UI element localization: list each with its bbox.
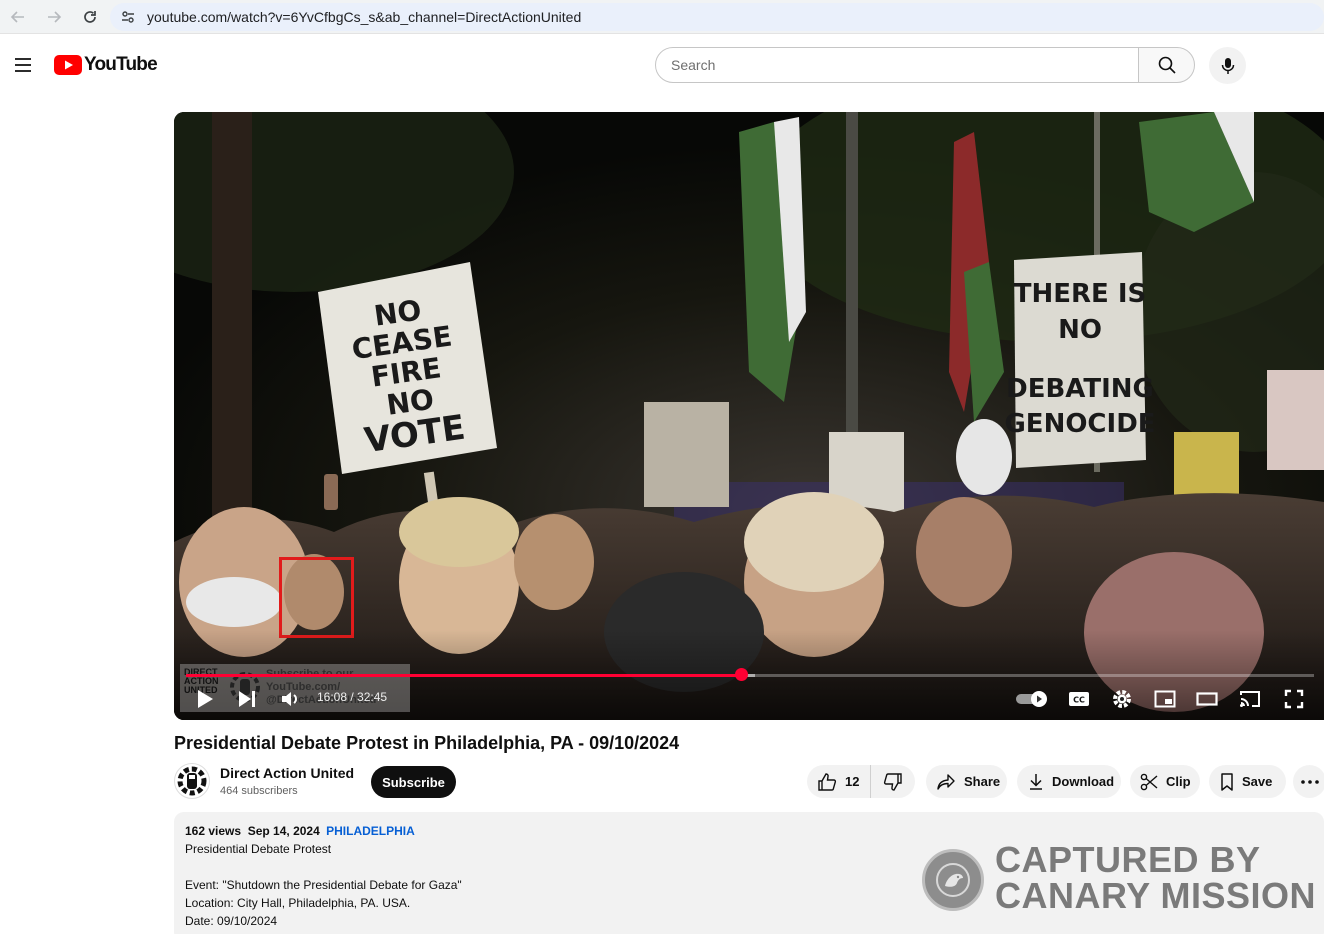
url-text: youtube.com/watch?v=6YvCfbgCs_s&ab_chann… <box>147 9 582 25</box>
svg-text:CC: CC <box>1073 696 1085 705</box>
canary-logo <box>922 849 984 911</box>
thumbs-down-icon <box>883 772 902 791</box>
autoplay-toggle-icon <box>1016 691 1047 707</box>
site-settings-icon[interactable] <box>120 9 138 25</box>
video-title: Presidential Debate Protest in Philadelp… <box>174 733 680 753</box>
cast-icon <box>1240 691 1260 707</box>
settings-button[interactable] <box>1107 686 1137 712</box>
youtube-logo[interactable]: YouTube <box>54 54 158 76</box>
sign-text: NO <box>1058 315 1102 345</box>
address-bar[interactable]: youtube.com/watch?v=6YvCfbgCs_s&ab_chann… <box>110 3 1324 31</box>
share-label: Share <box>964 774 1001 789</box>
theater-mode-icon <box>1196 692 1218 706</box>
captions-icon: CC <box>1069 692 1089 706</box>
description-line: Date: 09/10/2024 <box>185 914 278 928</box>
download-icon <box>1030 773 1042 790</box>
theater-mode-button[interactable] <box>1192 686 1222 712</box>
next-button[interactable] <box>234 686 260 712</box>
fullscreen-icon <box>1284 689 1304 709</box>
sign-text: DEBATING <box>1006 374 1154 404</box>
hashtag-link[interactable]: PHILADELPHIA <box>326 824 415 838</box>
progress-played <box>186 674 742 677</box>
description-line: Event: "Shutdown the Presidential Debate… <box>185 878 462 892</box>
search-input[interactable]: Search <box>655 47 1139 83</box>
voice-search-button[interactable] <box>1209 47 1246 84</box>
dislike-button[interactable] <box>871 772 915 792</box>
upload-date: Sep 14, 2024 <box>247 824 320 838</box>
view-count: 162 views <box>185 824 242 838</box>
miniplayer-icon <box>1154 690 1176 708</box>
clip-label: Clip <box>1166 774 1191 789</box>
video-player[interactable]: NO CEASE FIRE NO VOTE THERE IS NO DEBATI… <box>174 112 1324 720</box>
arrow-left-icon <box>10 10 24 23</box>
sign-text: GENOCIDE <box>1004 409 1155 439</box>
description-meta: 162 views Sep 14, 2024 PHILADELPHIA <box>185 824 415 838</box>
youtube-header: YouTube Search <box>0 40 1324 90</box>
fullscreen-button[interactable] <box>1279 686 1309 712</box>
progress-bar[interactable] <box>186 674 1314 677</box>
description-line: Presidential Debate Protest <box>185 842 332 856</box>
volume-button[interactable] <box>278 686 304 712</box>
arrow-right-icon <box>48 10 62 23</box>
download-label: Download <box>1052 774 1115 789</box>
search-placeholder: Search <box>671 57 716 73</box>
like-dislike-group: 12 <box>807 765 915 798</box>
search-icon <box>1158 56 1176 74</box>
like-button[interactable]: 12 <box>807 765 871 798</box>
highlight-box <box>279 557 354 638</box>
more-horizontal-icon <box>1300 779 1319 784</box>
search-button[interactable] <box>1138 47 1195 83</box>
canary-text: CAPTURED BY CANARY MISSION <box>995 842 1316 914</box>
save-button[interactable]: Save <box>1209 765 1286 798</box>
download-button[interactable]: Download <box>1017 765 1121 798</box>
play-icon <box>198 690 213 708</box>
channel-avatar[interactable] <box>174 763 210 799</box>
canary-mission-watermark: CAPTURED BY CANARY MISSION <box>922 842 1316 916</box>
subscriber-count: 464 subscribers <box>220 785 298 797</box>
canary-line-1: CAPTURED BY <box>995 839 1261 880</box>
forward-button[interactable] <box>36 0 72 34</box>
channel-name[interactable]: Direct Action United <box>220 765 354 781</box>
subscribe-button[interactable]: Subscribe <box>371 766 456 798</box>
back-button[interactable] <box>0 0 36 34</box>
menu-icon[interactable] <box>12 54 34 76</box>
gear-icon <box>1113 690 1131 708</box>
scissors-icon <box>1140 773 1158 790</box>
bookmark-icon <box>1221 772 1233 791</box>
autoplay-toggle[interactable] <box>1014 686 1050 712</box>
share-icon <box>937 773 955 790</box>
volume-icon <box>282 692 297 706</box>
browser-toolbar: youtube.com/watch?v=6YvCfbgCs_s&ab_chann… <box>0 0 1324 34</box>
like-count: 12 <box>845 774 860 789</box>
logo-text: YouTube <box>84 54 158 75</box>
canary-bird-icon <box>936 863 970 897</box>
save-label: Save <box>1242 774 1273 789</box>
gear-fist-icon <box>177 766 207 796</box>
more-actions-button[interactable] <box>1293 765 1324 798</box>
microphone-icon <box>1221 57 1234 74</box>
reload-button[interactable] <box>72 0 108 34</box>
miniplayer-button[interactable] <box>1150 686 1180 712</box>
time-display: 16:08 / 32:45 <box>317 690 388 704</box>
clip-button[interactable]: Clip <box>1130 765 1200 798</box>
protest-sign-right: THERE IS NO DEBATING GENOCIDE <box>1004 252 1156 468</box>
sign-text: THERE IS <box>1014 279 1147 309</box>
reload-icon <box>84 10 96 23</box>
cast-button[interactable] <box>1235 686 1265 712</box>
play-button[interactable] <box>192 686 218 712</box>
share-button[interactable]: Share <box>926 765 1007 798</box>
canary-line-2: CANARY MISSION <box>995 875 1317 916</box>
thumbs-up-icon <box>818 772 837 791</box>
captions-button[interactable]: CC <box>1064 686 1094 712</box>
description-line: Location: City Hall, Philadelphia, PA. U… <box>185 896 411 910</box>
youtube-play-logo-icon <box>54 55 82 75</box>
skip-next-icon <box>239 691 255 707</box>
